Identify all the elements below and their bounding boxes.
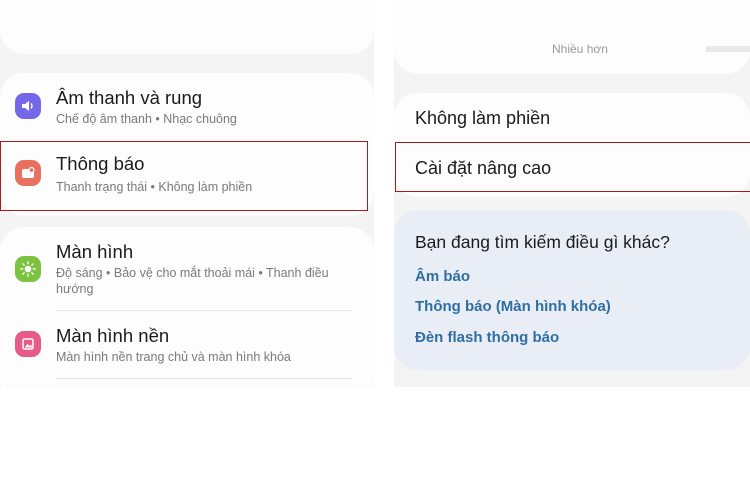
settings-panel-right: Nhiều hơn Không làm phiền Cài đặt nâng c… bbox=[394, 0, 750, 387]
suggestion-link-lock-screen-notifications[interactable]: Thông báo (Màn hình khóa) bbox=[415, 298, 611, 315]
divider bbox=[56, 378, 352, 379]
suggestion-link-notification-sound[interactable]: Âm báo bbox=[415, 268, 470, 285]
scroll-indicator bbox=[706, 46, 750, 52]
advanced-settings-highlight-box bbox=[395, 142, 750, 192]
screenshot-canvas: Âm thanh và rung Chế độ âm thanh • Nhạc … bbox=[0, 0, 750, 482]
wallpaper-title: Màn hình nền bbox=[56, 325, 170, 346]
settings-card-top-right: Nhiều hơn bbox=[394, 0, 750, 74]
sound-subtitle: Chế độ âm thanh • Nhạc chuông bbox=[56, 112, 237, 126]
volume-icon bbox=[15, 93, 41, 119]
search-suggestions-card: Bạn đang tìm kiếm điều gì khác? Âm báo T… bbox=[394, 210, 750, 370]
notifications-highlight-box bbox=[0, 141, 368, 211]
sound-title: Âm thanh và rung bbox=[56, 87, 203, 108]
wallpaper-subtitle: Màn hình nền trang chủ và màn hình khóa bbox=[56, 350, 291, 364]
settings-card-display: Màn hình Độ sáng • Bảo vệ cho mắt thoải … bbox=[0, 227, 374, 387]
wallpaper-icon bbox=[15, 331, 41, 357]
settings-card-top bbox=[0, 0, 374, 54]
sidebar-item-sound-vibration[interactable]: Âm thanh và rung Chế độ âm thanh • Nhạc … bbox=[0, 73, 374, 139]
brightness-icon bbox=[15, 256, 41, 282]
do-not-disturb-item[interactable]: Không làm phiền bbox=[415, 108, 550, 129]
sidebar-item-display[interactable]: Màn hình Độ sáng • Bảo vệ cho mắt thoải … bbox=[0, 227, 374, 309]
search-suggestions-heading: Bạn đang tìm kiếm điều gì khác? bbox=[415, 232, 670, 252]
display-subtitle: Độ sáng • Bảo vệ cho mắt thoải mái • Tha… bbox=[56, 266, 329, 296]
more-label[interactable]: Nhiều hơn bbox=[552, 42, 608, 56]
sidebar-item-wallpaper[interactable]: Màn hình nền Màn hình nền trang chủ và m… bbox=[0, 311, 374, 377]
display-title: Màn hình bbox=[56, 241, 134, 262]
suggestion-link-flash-notification[interactable]: Đèn flash thông báo bbox=[415, 329, 559, 346]
